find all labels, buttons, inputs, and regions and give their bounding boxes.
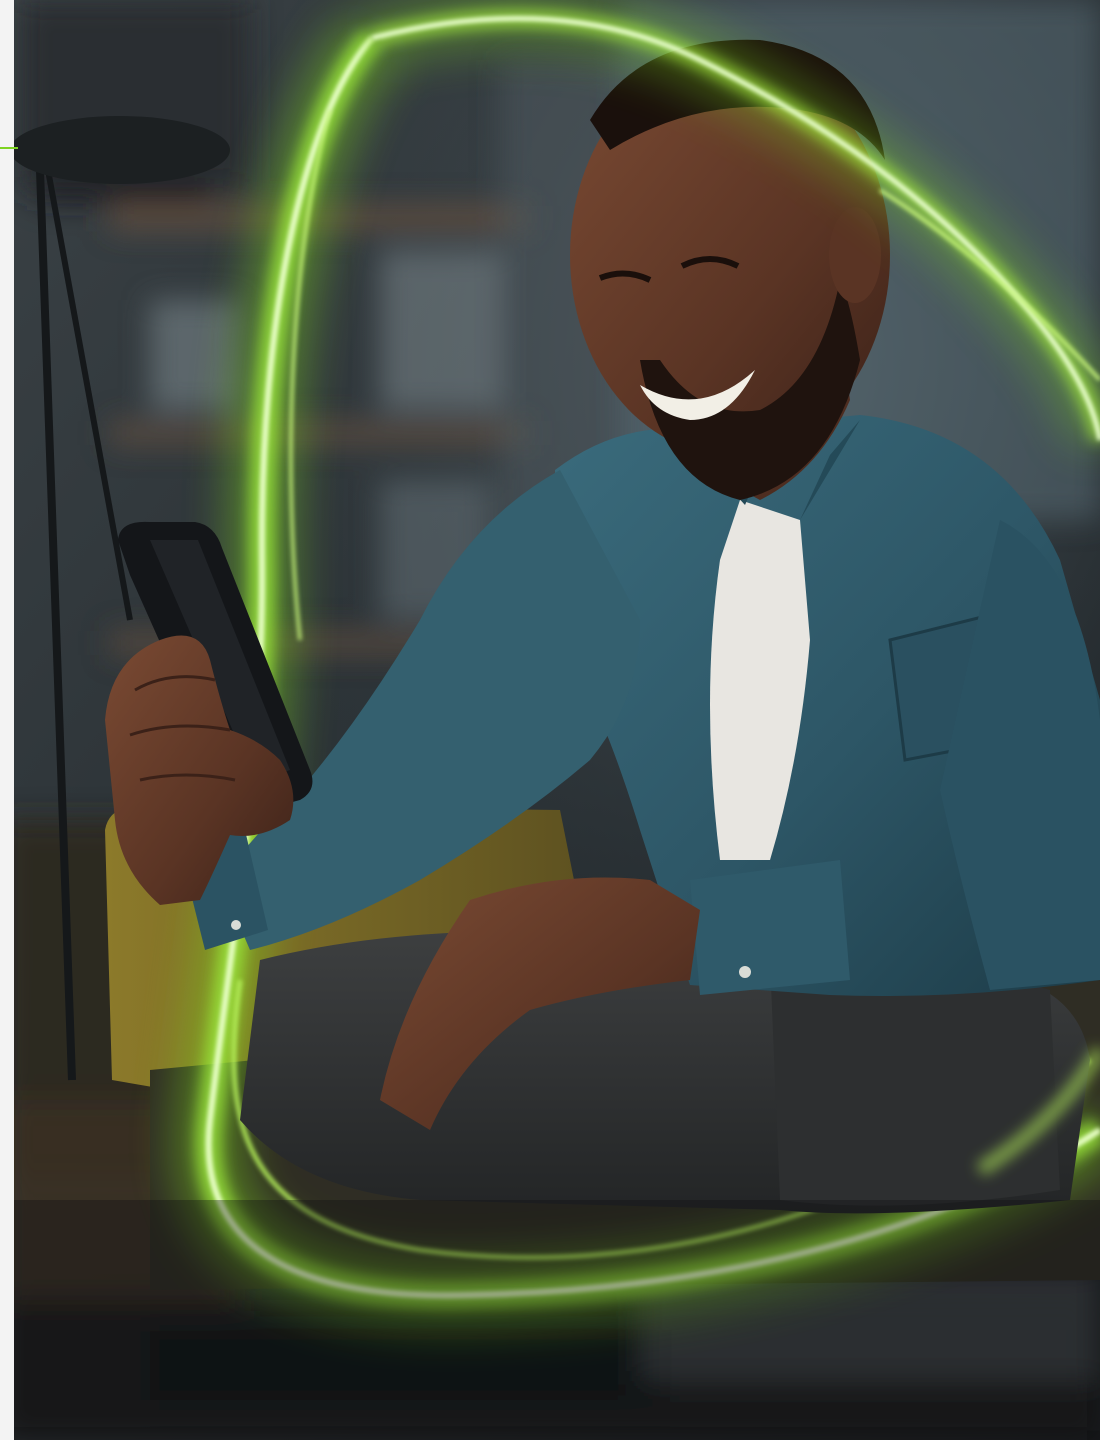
photo-illustration	[0, 0, 1100, 1440]
accent-line	[0, 147, 18, 149]
page-margin-strip	[0, 0, 14, 1440]
hero-photo	[0, 0, 1100, 1440]
